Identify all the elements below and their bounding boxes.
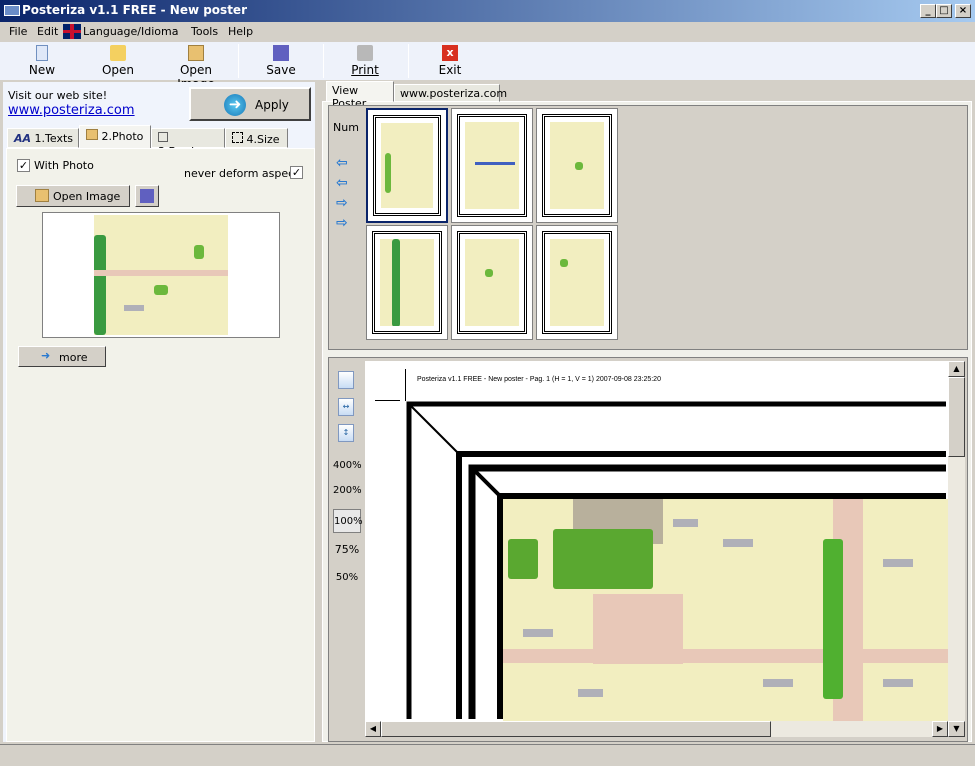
- never-deform-checkbox[interactable]: ✓: [290, 166, 303, 179]
- tab-border[interactable]: 3.Border: [151, 128, 225, 158]
- horizontal-scrollbar[interactable]: ◀ ▶: [365, 721, 948, 737]
- apply-label: Apply: [255, 98, 289, 112]
- open-button[interactable]: Open: [98, 44, 138, 77]
- photo-preview: [42, 212, 280, 338]
- menu-bar: File Edit Language/Idioma Tools Help: [0, 22, 975, 42]
- scroll-up-arrow-icon[interactable]: ▲: [948, 361, 965, 377]
- more-label: more: [59, 351, 88, 364]
- open-label: Open: [101, 63, 135, 77]
- exit-label: Exit: [438, 63, 462, 77]
- app-icon: [4, 5, 20, 16]
- menu-language[interactable]: Language/Idioma: [83, 25, 178, 38]
- scroll-right-arrow-icon[interactable]: ▶: [932, 721, 948, 737]
- toolbar-separator: [323, 44, 324, 78]
- fit-width-icon[interactable]: ↔: [338, 398, 354, 416]
- save-button[interactable]: Save: [262, 44, 300, 77]
- website-link[interactable]: www.posteriza.com: [8, 103, 135, 118]
- title-bar: Posteriza v1.1 FREE - New poster: [0, 0, 975, 22]
- with-photo-checkbox[interactable]: ✓: [17, 159, 30, 172]
- next-page-arrow-icon[interactable]: ⇨: [336, 196, 354, 210]
- new-file-icon: [36, 45, 48, 61]
- fit-height-icon[interactable]: ↕: [338, 424, 354, 442]
- scroll-down-arrow-icon[interactable]: ▼: [948, 721, 965, 737]
- first-page-arrow-icon[interactable]: ⇦: [336, 156, 354, 170]
- tab-photo[interactable]: 2.Photo: [79, 125, 151, 149]
- apply-button[interactable]: ➜ Apply: [189, 87, 311, 121]
- arrow-right-icon: ➜: [224, 94, 246, 116]
- map-image: [503, 499, 948, 721]
- save-label: Save: [266, 63, 296, 77]
- poster-page-preview: Posteriza v1.1 FREE - New poster - Pag. …: [365, 361, 948, 721]
- page-thumbnail[interactable]: [366, 225, 448, 340]
- window-title: Posteriza v1.1 FREE - New poster: [22, 3, 247, 17]
- tab-view-poster[interactable]: View Poster: [326, 81, 394, 110]
- scroll-left-arrow-icon[interactable]: ◀: [365, 721, 381, 737]
- map-photo: [94, 215, 228, 335]
- zoom-75[interactable]: 75%: [333, 543, 361, 556]
- open-image-photo-label: Open Image: [53, 190, 121, 203]
- zoom-50[interactable]: 50%: [333, 572, 361, 583]
- tab-website[interactable]: www.posteriza.com: [394, 84, 507, 102]
- menu-help[interactable]: Help: [228, 25, 253, 38]
- exit-x-icon: x: [442, 45, 458, 61]
- image-icon: [188, 45, 204, 61]
- print-label: Print: [351, 63, 379, 77]
- toolbar-separator: [408, 44, 409, 78]
- arrow-right-icon: ➜: [41, 349, 51, 362]
- tab-photo-label: 2.Photo: [101, 130, 144, 143]
- page-thumbnail[interactable]: [451, 108, 533, 223]
- visit-text: Visit our web site!: [8, 89, 108, 102]
- page-thumbnail[interactable]: [536, 225, 618, 340]
- printer-icon: [357, 45, 373, 61]
- print-button[interactable]: Print: [346, 44, 384, 77]
- page-thumbnail[interactable]: [366, 108, 448, 223]
- resize-icon: [232, 132, 243, 143]
- maximize-button[interactable]: □: [936, 4, 952, 18]
- zoom-400[interactable]: 400%: [333, 460, 362, 471]
- horizontal-scroll-thumb[interactable]: [381, 721, 771, 737]
- border-icon: [158, 132, 168, 142]
- minimize-button[interactable]: _: [920, 4, 936, 18]
- never-deform-label: never deform aspect: [184, 167, 299, 180]
- image-icon: [35, 189, 49, 202]
- zoom-200[interactable]: 200%: [333, 485, 362, 496]
- new-button[interactable]: New: [22, 44, 62, 77]
- toolbar: New Open Open Image Save Print xExit: [0, 42, 975, 91]
- vertical-scroll-thumb[interactable]: [948, 377, 965, 457]
- folder-icon: [110, 45, 126, 61]
- texts-icon: AA: [14, 132, 32, 145]
- status-bar: [0, 744, 975, 766]
- last-page-arrow-icon[interactable]: ⇨: [336, 216, 354, 230]
- tab-size-label: 4.Size: [246, 133, 280, 146]
- photo-icon: [86, 129, 98, 140]
- toolbar-separator: [238, 44, 239, 78]
- tab-size[interactable]: 4.Size: [225, 128, 288, 148]
- more-button[interactable]: ➜ more: [18, 346, 106, 367]
- floppy-icon: [140, 189, 154, 203]
- with-photo-label: With Photo: [34, 159, 94, 172]
- save-photo-button[interactable]: [135, 185, 159, 207]
- page-thumbnail[interactable]: [451, 225, 533, 340]
- new-label: New: [28, 63, 56, 77]
- floppy-icon: [273, 45, 289, 61]
- uk-flag-icon: [63, 24, 81, 39]
- zoom-100[interactable]: 100%: [333, 509, 363, 533]
- vertical-scrollbar[interactable]: ▲ ▼: [948, 361, 965, 737]
- page-thumbnail[interactable]: [536, 108, 618, 223]
- menu-file[interactable]: File: [9, 25, 27, 38]
- menu-edit[interactable]: Edit: [37, 25, 58, 38]
- menu-tools[interactable]: Tools: [191, 25, 218, 38]
- prev-page-arrow-icon[interactable]: ⇦: [336, 176, 354, 190]
- exit-button[interactable]: x Exit: [433, 44, 467, 77]
- fit-page-icon[interactable]: [338, 371, 354, 389]
- open-image-photo-button[interactable]: Open Image: [16, 185, 130, 207]
- num-label[interactable]: Num: [333, 121, 359, 134]
- tab-texts[interactable]: AA 1.Texts: [7, 128, 79, 148]
- tab-texts-label: 1.Texts: [34, 132, 74, 145]
- close-button[interactable]: ×: [955, 4, 971, 18]
